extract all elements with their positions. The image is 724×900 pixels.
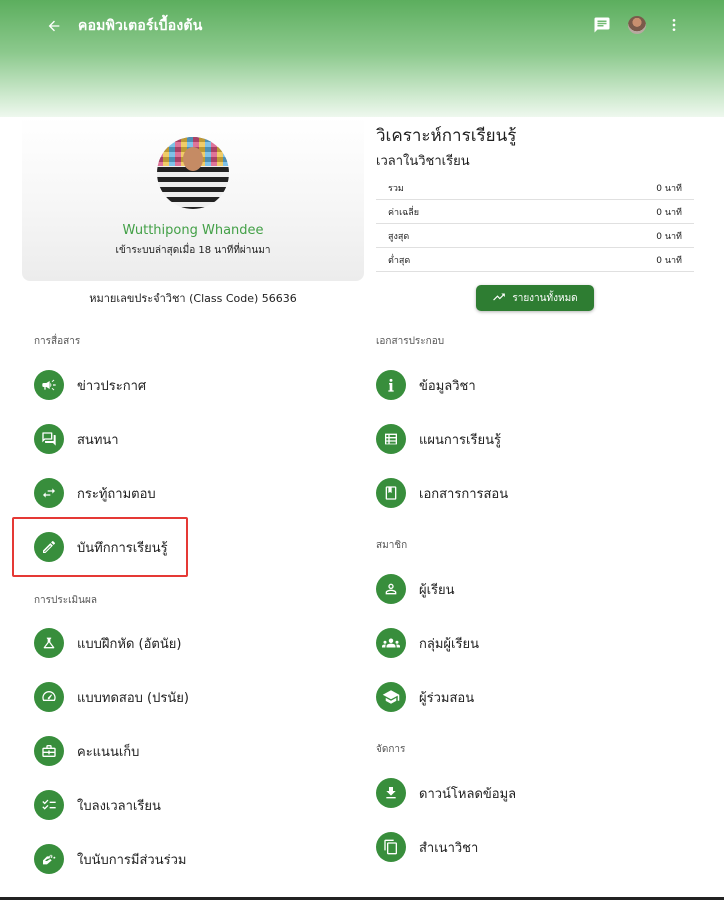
back-arrow-icon[interactable]: [40, 12, 68, 40]
menu-item-learning-plan[interactable]: แผนการเรียนรู้: [376, 419, 501, 459]
last-seen-text: เข้าระบบล่าสุดเมื่อ 18 นาทีที่ผ่านมา: [115, 245, 271, 256]
stat-value: 0 นาที: [656, 231, 682, 242]
stat-row: ค่าเฉลี่ย 0 นาที: [376, 200, 694, 224]
section-heading-communication: การสื่อสาร: [34, 336, 81, 347]
chat-bubbles-icon: [34, 424, 64, 454]
more-vert-icon[interactable]: [664, 13, 684, 37]
menu-item-label: แผนการเรียนรู้: [419, 432, 501, 448]
menu-item-label: ดาวน์โหลดข้อมูล: [419, 786, 517, 802]
menu-item-course-info[interactable]: ข้อมูลวิชา: [376, 365, 476, 405]
menu-item-announcements[interactable]: ข่าวประกาศ: [34, 365, 146, 405]
stat-label: ต่ำสุด: [388, 255, 411, 266]
menu-item-label: คะแนนเก็บ: [77, 744, 140, 760]
menu-item-exercise[interactable]: แบบฝึกหัด (อัตนัย): [34, 623, 181, 663]
stat-value: 0 นาที: [656, 207, 682, 218]
checklist-icon: [34, 790, 64, 820]
menu-item-label: กระทู้ถามตอบ: [77, 486, 156, 502]
menu-item-teaching-docs[interactable]: เอกสารการสอน: [376, 473, 508, 513]
page-title: คอมพิวเตอร์เบื้องต้น: [78, 18, 203, 34]
report-all-button[interactable]: รายงานทั้งหมด: [476, 285, 594, 311]
megaphone-icon: [34, 370, 64, 400]
menu-item-label: แบบทดสอบ (ปรนัย): [77, 690, 189, 706]
speedometer-icon: [34, 682, 64, 712]
profile-name[interactable]: Wutthipong Whandee: [22, 223, 364, 238]
message-icon[interactable]: [590, 13, 614, 37]
table-icon: [376, 424, 406, 454]
stat-value: 0 นาที: [656, 183, 682, 194]
menu-item-chat[interactable]: สนทนา: [34, 419, 119, 459]
menu-item-quiz[interactable]: แบบทดสอบ (ปรนัย): [34, 677, 189, 717]
info-icon: [376, 370, 406, 400]
menu-item-scores[interactable]: คะแนนเก็บ: [34, 731, 139, 771]
profile-card: Wutthipong Whandee เข้าระบบล่าสุดเมื่อ 1…: [22, 117, 364, 281]
app-bar: คอมพิวเตอร์เบื้องต้น: [0, 0, 724, 117]
menu-item-students[interactable]: ผู้เรียน: [376, 569, 455, 609]
person-icon: [376, 574, 406, 604]
report-all-label: รายงานทั้งหมด: [512, 292, 578, 304]
stat-label: สูงสุด: [388, 231, 410, 242]
stat-label: ค่าเฉลี่ย: [388, 207, 420, 218]
book-icon: [376, 478, 406, 508]
stat-row: ต่ำสุด 0 นาที: [376, 248, 694, 272]
group-icon: [376, 628, 406, 658]
stat-value: 0 นาที: [656, 255, 682, 266]
stat-row: สูงสุด 0 นาที: [376, 224, 694, 248]
section-heading-manage: จัดการ: [376, 744, 406, 755]
section-heading-documents: เอกสารประกอบ: [376, 336, 445, 347]
menu-item-label: แบบฝึกหัด (อัตนัย): [77, 636, 182, 652]
section-heading-members: สมาชิก: [376, 540, 408, 551]
briefcase-icon: [34, 736, 64, 766]
stat-label: รวม: [388, 183, 404, 194]
section-heading-assessment: การประเมินผล: [34, 595, 97, 606]
stats-table: รวม 0 นาที ค่าเฉลี่ย 0 นาที สูงสุด 0 นาท…: [376, 176, 694, 272]
menu-item-label: ผู้ร่วมสอน: [419, 690, 475, 706]
menu-item-label: ผู้เรียน: [419, 582, 455, 598]
menu-item-attendance[interactable]: ใบลงเวลาเรียน: [34, 785, 161, 825]
menu-item-co-teachers[interactable]: ผู้ร่วมสอน: [376, 677, 474, 717]
menu-item-label: สนทนา: [77, 432, 119, 448]
analytics-title: วิเคราะห์การเรียนรู้: [376, 126, 517, 146]
profile-photo: [157, 137, 229, 209]
graduation-cap-icon: [376, 682, 406, 712]
copy-icon: [376, 832, 406, 862]
menu-item-label: เอกสารการสอน: [419, 486, 509, 502]
menu-item-label: ใบลงเวลาเรียน: [77, 798, 161, 814]
menu-item-label: สำเนาวิชา: [419, 840, 479, 856]
flask-icon: [34, 628, 64, 658]
analytics-subtitle: เวลาในวิชาเรียน: [376, 154, 470, 169]
menu-item-copy-course[interactable]: สำเนาวิชา: [376, 827, 478, 867]
menu-item-download-data[interactable]: ดาวน์โหลดข้อมูล: [376, 773, 516, 813]
trending-up-icon: [492, 290, 506, 307]
swap-arrows-icon: [34, 478, 64, 508]
menu-item-label: ข้อมูลวิชา: [419, 378, 476, 394]
menu-item-participation[interactable]: ใบนับการมีส่วนร่วม: [34, 839, 186, 879]
hand-stars-icon: [34, 844, 64, 874]
stat-row: รวม 0 นาที: [376, 176, 694, 200]
menu-item-label: กลุ่มผู้เรียน: [419, 636, 479, 652]
menu-item-forum[interactable]: กระทู้ถามตอบ: [34, 473, 156, 513]
user-avatar[interactable]: [628, 16, 646, 34]
menu-item-label: ใบนับการมีส่วนร่วม: [77, 852, 187, 868]
menu-item-student-groups[interactable]: กลุ่มผู้เรียน: [376, 623, 479, 663]
class-code: หมายเลขประจำวิชา (Class Code) 56636: [89, 292, 297, 305]
menu-item-label: ข่าวประกาศ: [77, 378, 147, 394]
highlight-box: [12, 517, 188, 577]
download-icon: [376, 778, 406, 808]
